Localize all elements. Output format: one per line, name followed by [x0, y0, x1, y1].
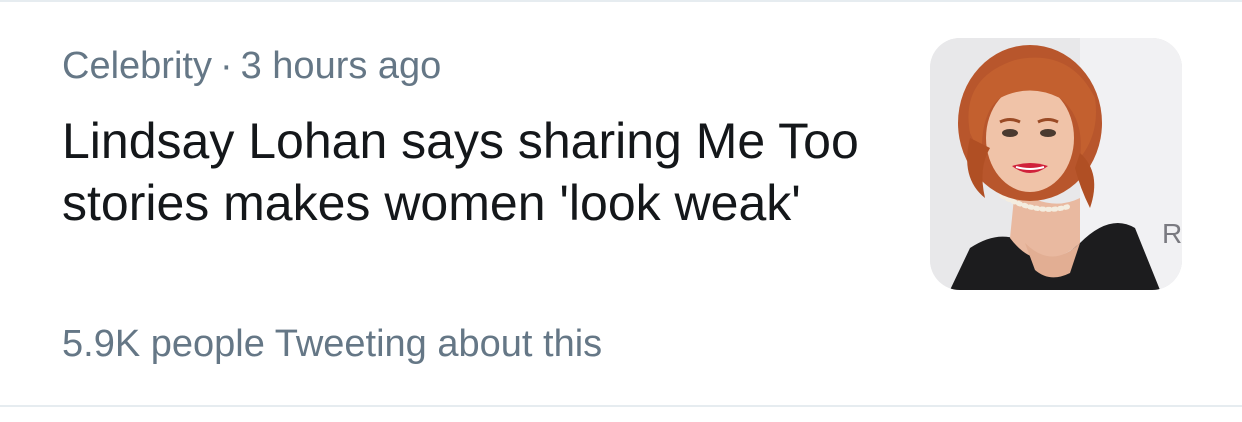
- news-photo-icon: R: [930, 38, 1182, 290]
- trend-time: 3 hours ago: [240, 45, 442, 87]
- trend-category: Celebrity: [62, 45, 212, 87]
- trend-item[interactable]: Celebrity · 3 hours ago Lindsay Lohan says…: [0, 2, 1242, 405]
- trend-meta: Celebrity · 3 hours ago: [62, 42, 441, 90]
- meta-separator: ·: [219, 45, 233, 87]
- trend-thumbnail[interactable]: R: [930, 38, 1182, 290]
- trend-headline[interactable]: Lindsay Lohan says sharing Me Too storie…: [62, 110, 892, 234]
- bottom-divider: [0, 405, 1242, 407]
- tweet-count: 5.9K people Tweeting about this: [62, 323, 603, 365]
- backdrop-watermark: R: [1162, 218, 1182, 249]
